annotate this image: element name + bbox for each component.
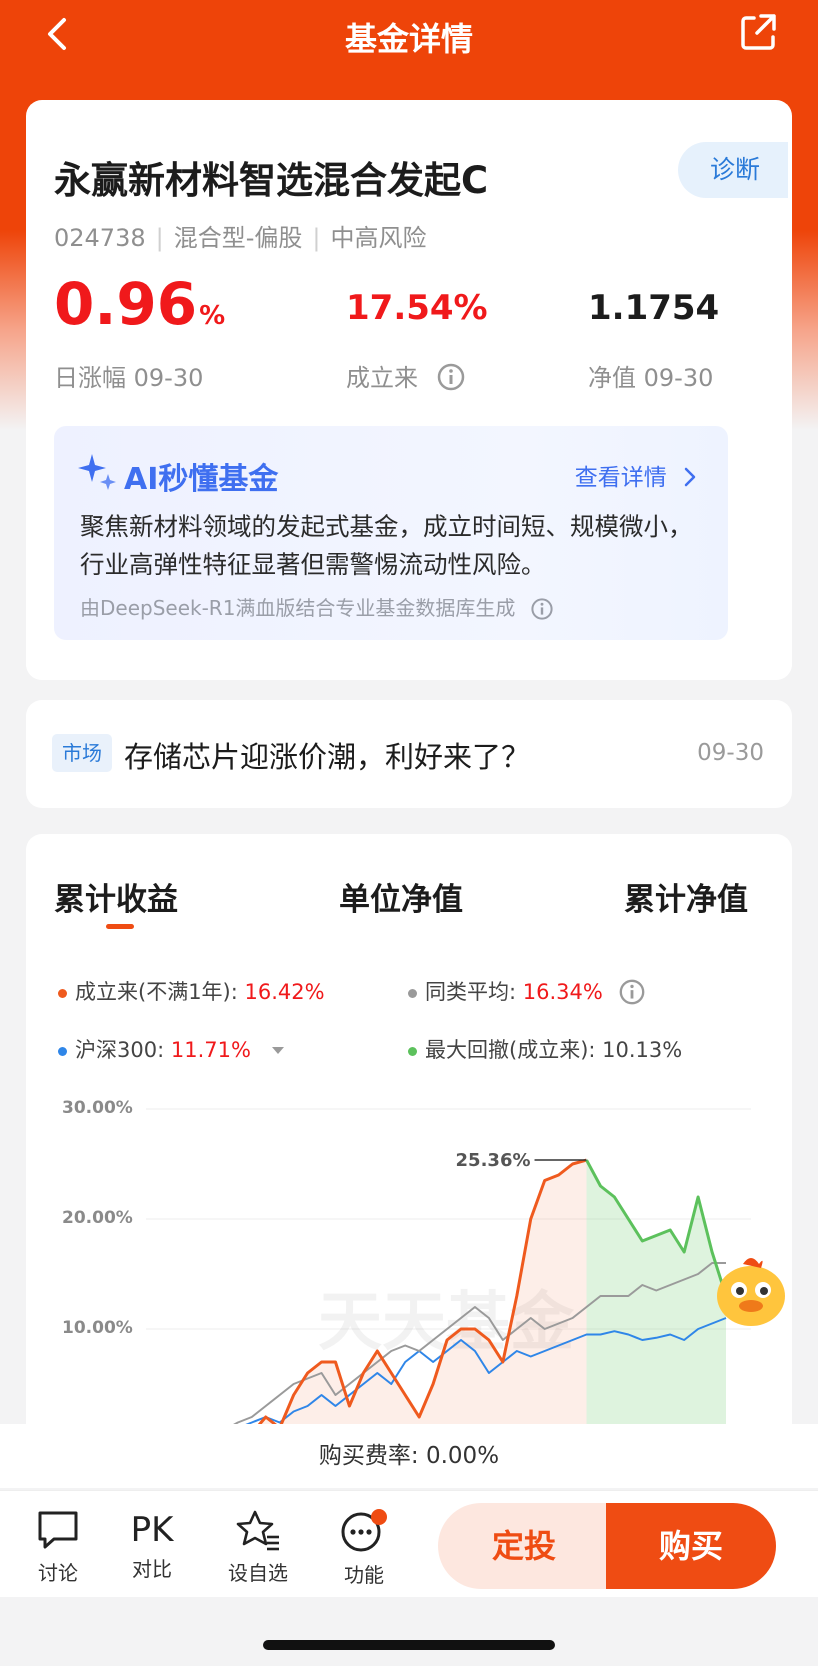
fund-meta: 024738 | 混合型-偏股 | 中高风险 <box>54 224 427 252</box>
nav-value: 1.1754 <box>588 288 720 328</box>
fund-code: 024738 <box>54 224 146 252</box>
more-dots-icon <box>341 1509 387 1552</box>
ai-card: AI秒懂基金 查看详情 聚焦新材料领域的发起式基金，成立时间短、规模微小，行业高… <box>26 416 792 680</box>
ai-summary-text: 聚焦新材料领域的发起式基金，成立时间短、规模微小，行业高弹性特征显著但需警惕流动… <box>80 512 693 579</box>
star-list-icon <box>236 1510 279 1551</box>
fund-risk: 中高风险 <box>330 224 427 252</box>
ai-view-details-link[interactable]: 查看详情 <box>575 458 698 492</box>
nav-label: 净值 09-30 <box>588 364 714 392</box>
return-chart[interactable]: 天天基金 25.36% <box>26 834 792 1474</box>
drawdown-area <box>586 1160 726 1439</box>
news-date: 09-30 <box>697 740 764 766</box>
diagnose-button[interactable]: 诊断 <box>678 142 788 198</box>
chat-bubble-icon <box>38 1511 78 1549</box>
info-icon[interactable] <box>436 362 466 392</box>
peak-label: 25.36% <box>456 1150 531 1171</box>
chevron-right-icon <box>684 467 696 487</box>
sparkle-icon <box>78 454 116 490</box>
share-icon[interactable] <box>738 12 778 52</box>
daily-change-label: 日涨幅 09-30 <box>54 364 204 392</box>
ai-summary-box[interactable]: AI秒懂基金 查看详情 聚焦新材料领域的发起式基金，成立时间短、规模微小，行业高… <box>54 426 728 640</box>
since-inception-return: 17.54% <box>346 288 488 328</box>
chart-card: 累计收益 单位净值 累计净值 成立来(不满1年): 16.42% 同类平均: 1… <box>26 834 792 1474</box>
home-indicator <box>263 1640 555 1650</box>
fund-type: 混合型-偏股 <box>173 224 303 252</box>
purchase-fee-bar: 购买费率: 0.00% <box>0 1424 818 1488</box>
daily-change: 0.96% <box>54 270 226 338</box>
discuss-button[interactable]: 讨论 <box>18 1509 98 1586</box>
news-title[interactable]: 存储芯片迎涨价潮，利好来了？ <box>124 734 530 776</box>
sip-button[interactable]: 定投 <box>438 1503 610 1589</box>
mascot-icon[interactable] <box>717 1258 785 1326</box>
bottom-action-bar: 讨论 PK 对比 设自选 功能 定投 购买 <box>0 1490 818 1597</box>
compare-button[interactable]: PK 对比 <box>112 1509 192 1582</box>
info-icon[interactable] <box>530 597 554 621</box>
more-functions-button[interactable]: 功能 <box>324 1509 404 1588</box>
news-card[interactable]: 市场 存储芯片迎涨价潮，利好来了？ 09-30 <box>26 700 792 808</box>
ai-title: AI秒懂基金 <box>124 462 279 497</box>
page-title: 基金详情 <box>344 20 473 58</box>
since-inception-label: 成立来 <box>346 358 466 393</box>
add-watchlist-button[interactable]: 设自选 <box>218 1509 298 1586</box>
fund-name: 永赢新材料智选混合发起C <box>54 159 489 202</box>
buy-button[interactable]: 购买 <box>606 1503 776 1589</box>
news-tag: 市场 <box>52 734 112 772</box>
pk-icon: PK <box>130 1510 174 1550</box>
ai-source-note: 由DeepSeek-R1满血版结合专业基金数据库生成 <box>80 592 554 621</box>
top-bar: 基金详情 <box>0 0 818 70</box>
